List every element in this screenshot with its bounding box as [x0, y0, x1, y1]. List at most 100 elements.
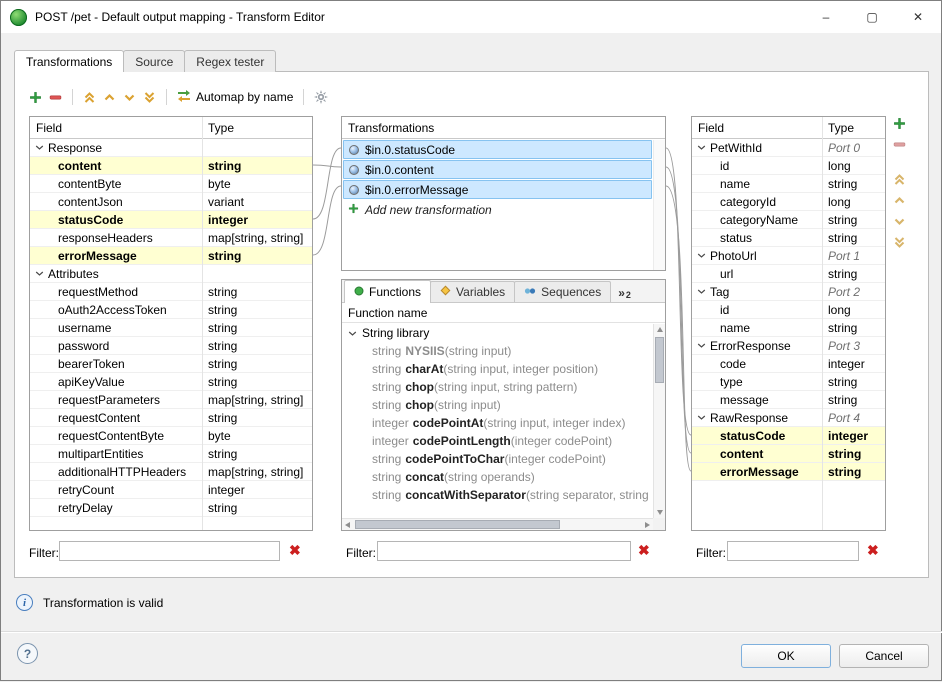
output-field-row-code[interactable]: codeinteger — [692, 355, 885, 373]
input-field-row-multipartEntities[interactable]: multipartEntitiesstring — [30, 445, 312, 463]
output-field-row-Tag[interactable]: TagPort 2 — [692, 283, 885, 301]
add-output-field-button[interactable] — [893, 117, 906, 130]
input-field-row-Attributes[interactable]: Attributes — [30, 265, 312, 283]
column-header-field[interactable]: Field — [30, 121, 202, 135]
function-name-header[interactable]: Function name — [342, 303, 665, 323]
move-top-button[interactable] — [893, 173, 906, 186]
horizontal-scroll-thumb[interactable] — [355, 520, 560, 529]
output-field-row-content[interactable]: contentstring — [692, 445, 885, 463]
collapse-chevron-icon[interactable] — [697, 413, 706, 422]
output-field-row-type[interactable]: typestring — [692, 373, 885, 391]
column-header-field[interactable]: Field — [692, 121, 822, 135]
tab-sequences[interactable]: Sequences — [514, 281, 611, 302]
ok-button[interactable]: OK — [741, 644, 831, 668]
move-top-button[interactable] — [83, 91, 96, 104]
input-field-row-contentByte[interactable]: contentBytebyte — [30, 175, 312, 193]
output-field-row-id[interactable]: idlong — [692, 157, 885, 175]
input-field-row-responseHeaders[interactable]: responseHeadersmap[string, string] — [30, 229, 312, 247]
remove-output-field-button[interactable] — [893, 138, 906, 151]
input-field-row-statusCode[interactable]: statusCodeinteger — [30, 211, 312, 229]
right-filter-clear-icon[interactable]: ✖ — [867, 542, 879, 558]
scroll-left-icon[interactable] — [345, 522, 350, 528]
collapse-chevron-icon[interactable] — [348, 329, 357, 338]
scroll-up-icon[interactable] — [657, 327, 663, 332]
tab-overflow-chevron[interactable]: » 2 — [613, 286, 636, 302]
output-field-row-name[interactable]: namestring — [692, 319, 885, 337]
output-field-row-status[interactable]: statusstring — [692, 229, 885, 247]
function-item[interactable]: stringchop(string input) — [342, 396, 653, 414]
remove-button[interactable] — [49, 91, 62, 104]
function-item[interactable]: stringcodePointToChar(integer codePoint) — [342, 450, 653, 468]
output-field-row-id[interactable]: idlong — [692, 301, 885, 319]
input-field-row-requestMethod[interactable]: requestMethodstring — [30, 283, 312, 301]
input-field-row-contentJson[interactable]: contentJsonvariant — [30, 193, 312, 211]
collapse-chevron-icon[interactable] — [697, 287, 706, 296]
tab-functions[interactable]: Functions — [344, 280, 431, 303]
collapse-chevron-icon[interactable] — [697, 251, 706, 260]
input-field-row-password[interactable]: passwordstring — [30, 337, 312, 355]
input-field-row-oAuth2AccessToken[interactable]: oAuth2AccessTokenstring — [30, 301, 312, 319]
output-field-row-url[interactable]: urlstring — [692, 265, 885, 283]
function-item[interactable]: integercodePointAt(string input, integer… — [342, 414, 653, 432]
input-field-row-username[interactable]: usernamestring — [30, 319, 312, 337]
input-field-row-requestContent[interactable]: requestContentstring — [30, 409, 312, 427]
maximize-button[interactable]: ▢ — [849, 1, 895, 33]
collapse-chevron-icon[interactable] — [697, 341, 706, 350]
output-field-row-categoryName[interactable]: categoryNamestring — [692, 211, 885, 229]
move-down-button[interactable] — [893, 215, 906, 228]
output-field-row-message[interactable]: messagestring — [692, 391, 885, 409]
transformations-scrollbar[interactable] — [653, 140, 665, 270]
add-new-transformation[interactable]: Add new transformation — [343, 200, 652, 219]
output-field-row-name[interactable]: namestring — [692, 175, 885, 193]
vertical-scroll-thumb[interactable] — [655, 337, 664, 383]
close-button[interactable]: ✕ — [895, 1, 941, 33]
move-up-button[interactable] — [103, 91, 116, 104]
input-field-row-retryDelay[interactable]: retryDelaystring — [30, 499, 312, 517]
function-item[interactable]: stringNYSIIS(string input) — [342, 342, 653, 360]
column-header-type[interactable]: Type — [822, 121, 885, 135]
output-field-row-categoryId[interactable]: categoryIdlong — [692, 193, 885, 211]
tab-source[interactable]: Source — [123, 50, 185, 72]
tab-transformations[interactable]: Transformations — [14, 50, 124, 72]
minimize-button[interactable]: – — [803, 1, 849, 33]
tab-variables[interactable]: Variables — [430, 281, 515, 302]
collapse-chevron-icon[interactable] — [697, 143, 706, 152]
scroll-down-icon[interactable] — [657, 510, 663, 515]
input-field-row-bearerToken[interactable]: bearerTokenstring — [30, 355, 312, 373]
output-field-row-ErrorResponse[interactable]: ErrorResponsePort 3 — [692, 337, 885, 355]
functions-horizontal-scrollbar[interactable] — [342, 518, 653, 530]
move-up-button[interactable] — [893, 194, 906, 207]
transformation-row[interactable]: $in.0.content — [343, 160, 652, 179]
column-header-type[interactable]: Type — [202, 121, 312, 135]
output-field-row-PetWithId[interactable]: PetWithIdPort 0 — [692, 139, 885, 157]
input-field-row-Response[interactable]: Response — [30, 139, 312, 157]
function-item[interactable]: integercodePointLength(integer codePoint… — [342, 432, 653, 450]
collapse-chevron-icon[interactable] — [35, 143, 44, 152]
move-bottom-button[interactable] — [143, 91, 156, 104]
functions-vertical-scrollbar[interactable] — [653, 324, 665, 518]
input-field-row-content[interactable]: contentstring — [30, 157, 312, 175]
transformation-row[interactable]: $in.0.errorMessage — [343, 180, 652, 199]
left-filter-input[interactable] — [59, 541, 280, 561]
input-field-row-errorMessage[interactable]: errorMessagestring — [30, 247, 312, 265]
middle-filter-input[interactable] — [377, 541, 631, 561]
scroll-right-icon[interactable] — [645, 522, 650, 528]
automap-by-name-button[interactable]: Automap by name — [177, 89, 293, 106]
tab-regex-tester[interactable]: Regex tester — [184, 50, 276, 72]
output-field-row-errorMessage[interactable]: errorMessagestring — [692, 463, 885, 481]
function-item[interactable]: stringconcatWithSeparator(string separat… — [342, 486, 653, 504]
middle-filter-clear-icon[interactable]: ✖ — [638, 542, 650, 558]
function-item[interactable]: stringconcat(string operands) — [342, 468, 653, 486]
output-field-row-PhotoUrl[interactable]: PhotoUrlPort 1 — [692, 247, 885, 265]
right-filter-input[interactable] — [727, 541, 859, 561]
add-button[interactable] — [29, 91, 42, 104]
output-field-row-RawResponse[interactable]: RawResponsePort 4 — [692, 409, 885, 427]
move-bottom-button[interactable] — [893, 236, 906, 249]
collapse-chevron-icon[interactable] — [35, 269, 44, 278]
input-field-row-apiKeyValue[interactable]: apiKeyValuestring — [30, 373, 312, 391]
function-item[interactable]: stringcharAt(string input, integer posit… — [342, 360, 653, 378]
mapping-settings-icon[interactable] — [314, 90, 328, 104]
input-field-row-retryCount[interactable]: retryCountinteger — [30, 481, 312, 499]
input-field-row-requestContentByte[interactable]: requestContentBytebyte — [30, 427, 312, 445]
transformation-row[interactable]: $in.0.statusCode — [343, 140, 652, 159]
